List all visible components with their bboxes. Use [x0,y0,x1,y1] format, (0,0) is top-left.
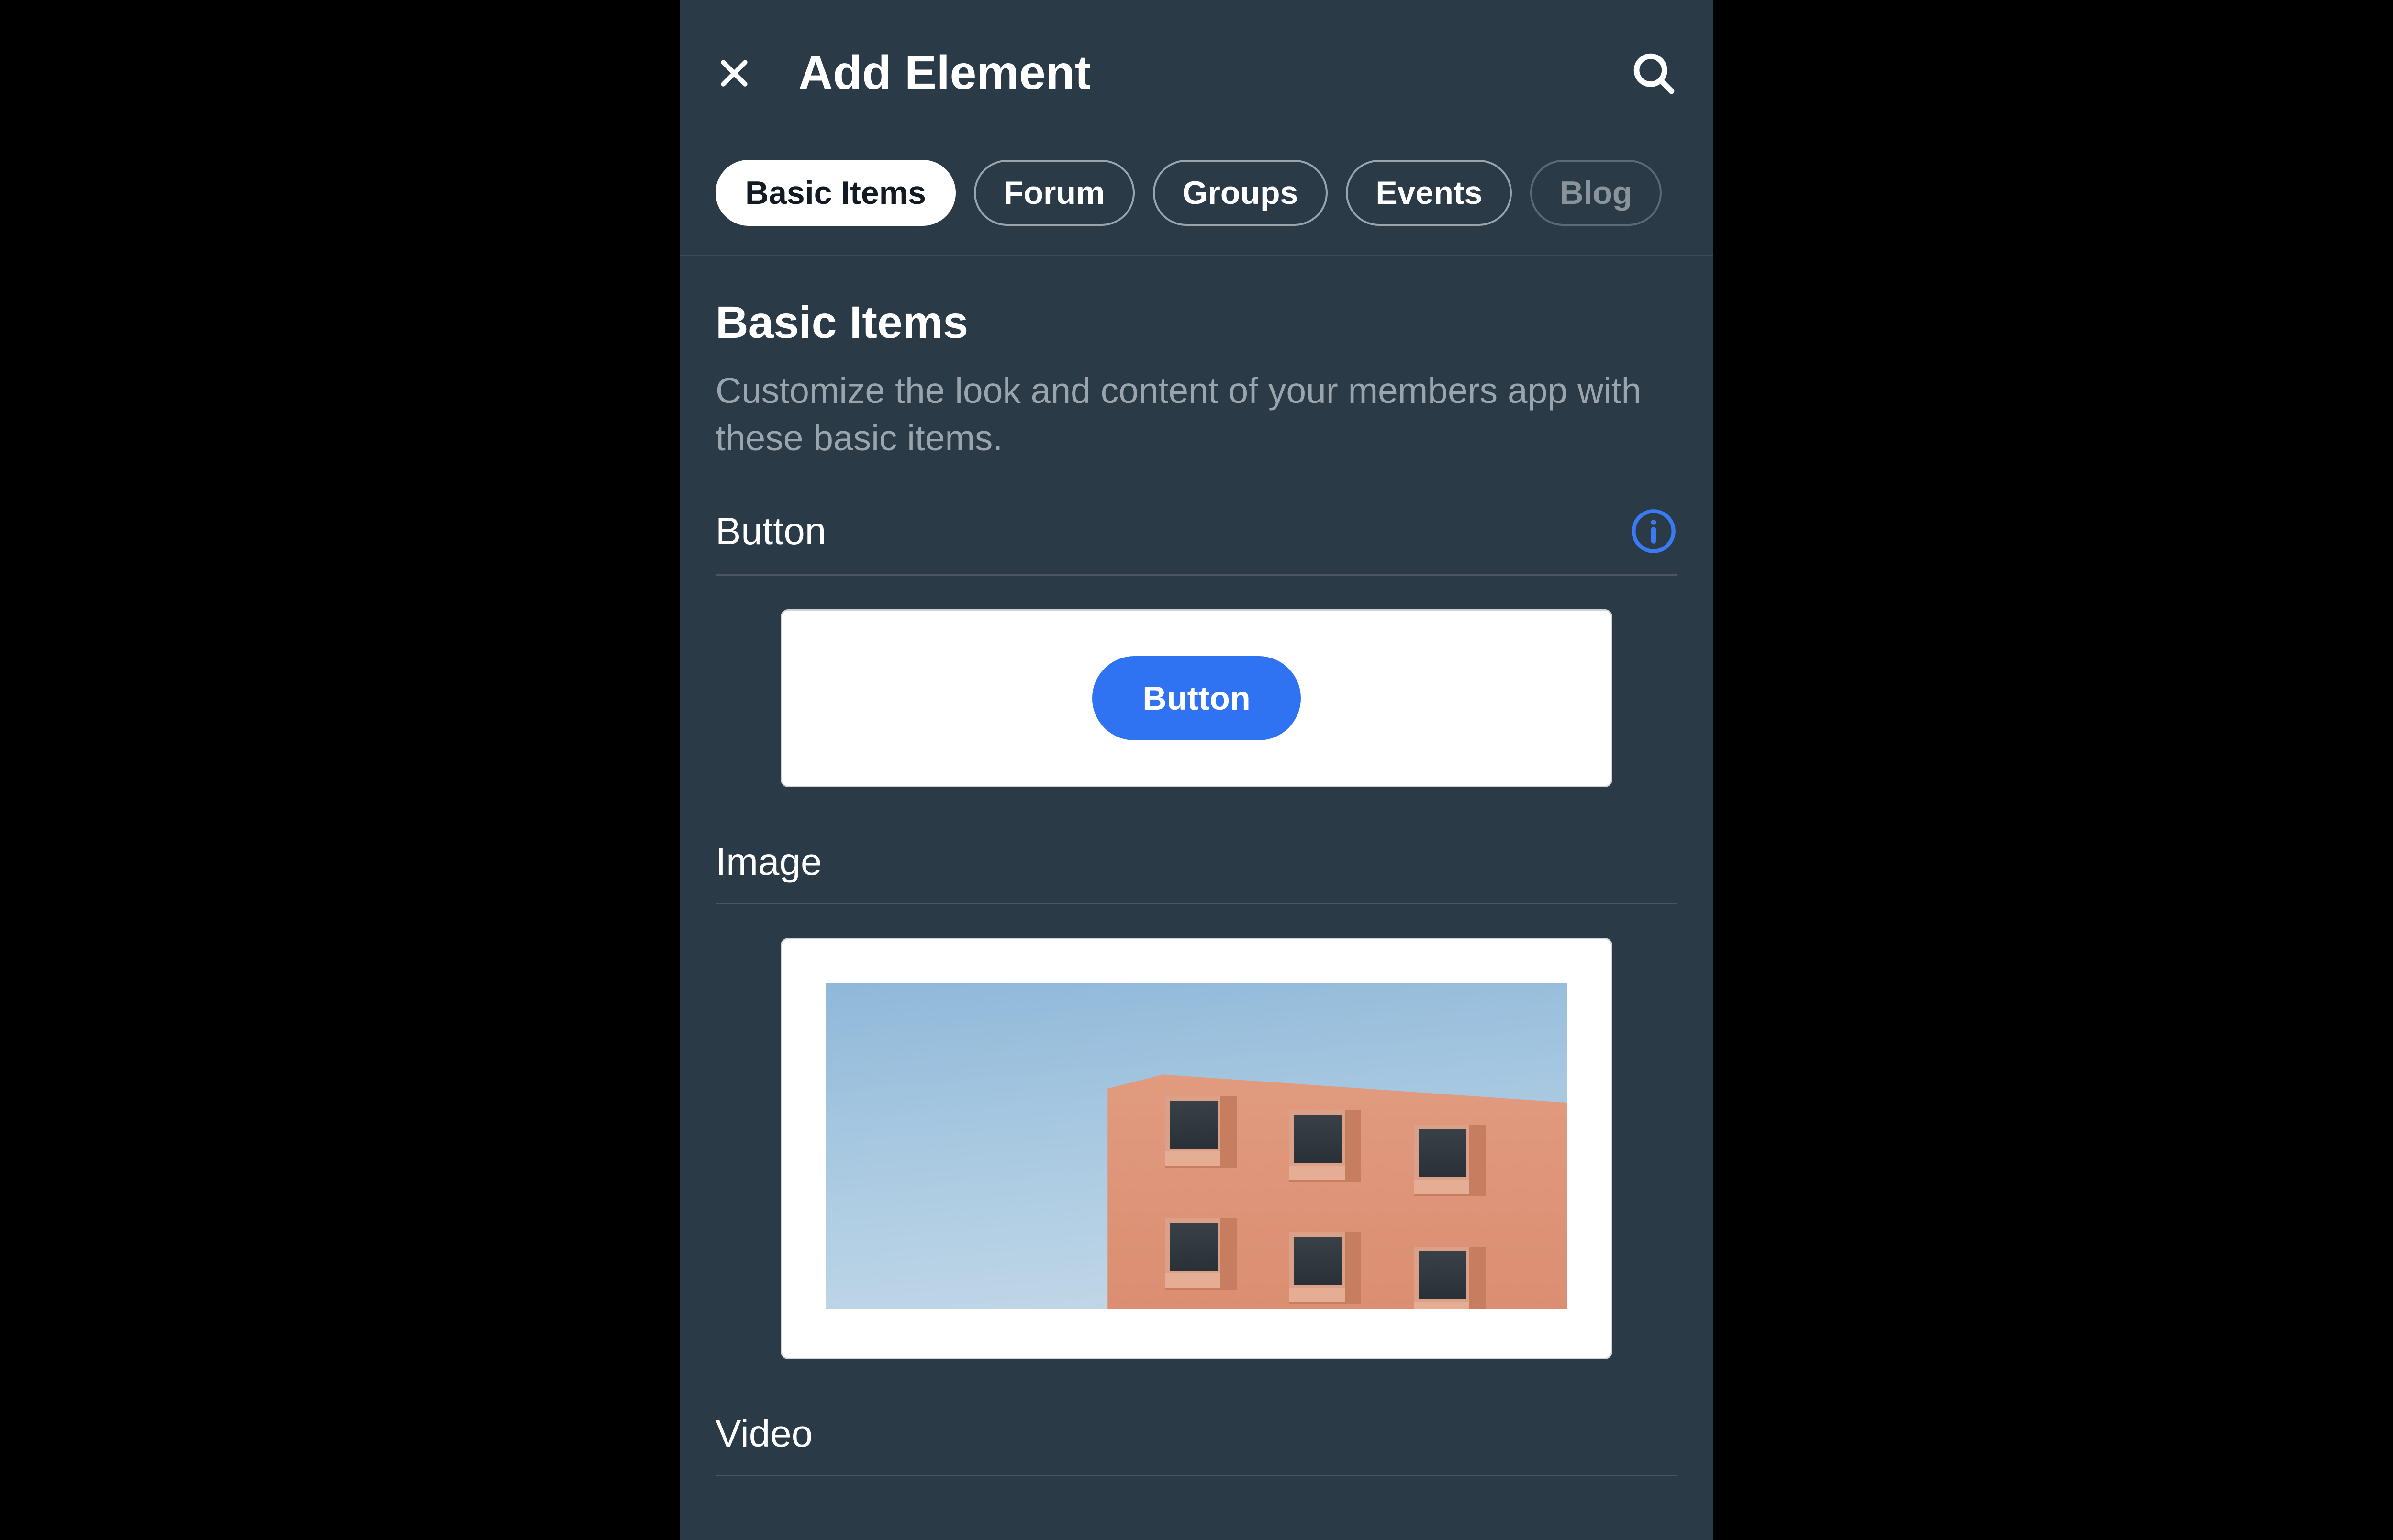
building-illustration [1107,1074,1567,1309]
window [1165,1096,1237,1168]
section-title: Basic Items [716,297,1677,349]
item-label-image: Image [716,840,822,884]
tab-events[interactable]: Events [1346,160,1512,226]
info-icon [1630,507,1677,555]
item-header: Image [716,840,1677,904]
sample-button: Button [1092,656,1300,740]
tab-groups[interactable]: Groups [1153,160,1328,226]
header: Add Element [680,0,1713,129]
item-label-video: Video [716,1412,813,1456]
element-item-button: Button Button [716,507,1677,787]
page-title: Add Element [798,45,1584,100]
close-icon [716,55,753,92]
element-item-image: Image [716,840,1677,1359]
info-button[interactable] [1630,507,1677,555]
content: Basic Items Customize the look and conte… [680,256,1713,1476]
item-header: Video [716,1412,1677,1476]
item-label-button: Button [716,509,826,553]
search-button[interactable] [1630,49,1677,97]
window [1165,1218,1237,1290]
tabs: Basic Items Forum Groups Events Blog [680,129,1713,256]
window [1289,1232,1361,1304]
section-description: Customize the look and content of your m… [716,367,1677,462]
window [1414,1125,1486,1196]
tab-blog[interactable]: Blog [1530,160,1662,226]
tab-forum[interactable]: Forum [974,160,1135,226]
image-preview-card[interactable] [781,938,1612,1359]
button-preview-card[interactable]: Button [781,609,1612,787]
item-header: Button [716,507,1677,576]
tab-basic-items[interactable]: Basic Items [716,160,956,226]
element-item-video: Video [716,1412,1677,1476]
window [1414,1247,1486,1309]
window [1289,1110,1361,1182]
image-placeholder [826,983,1567,1309]
search-icon [1630,49,1677,97]
app-frame: Add Element Basic Items Forum Groups Eve… [680,0,1713,1540]
close-button[interactable] [716,55,753,92]
